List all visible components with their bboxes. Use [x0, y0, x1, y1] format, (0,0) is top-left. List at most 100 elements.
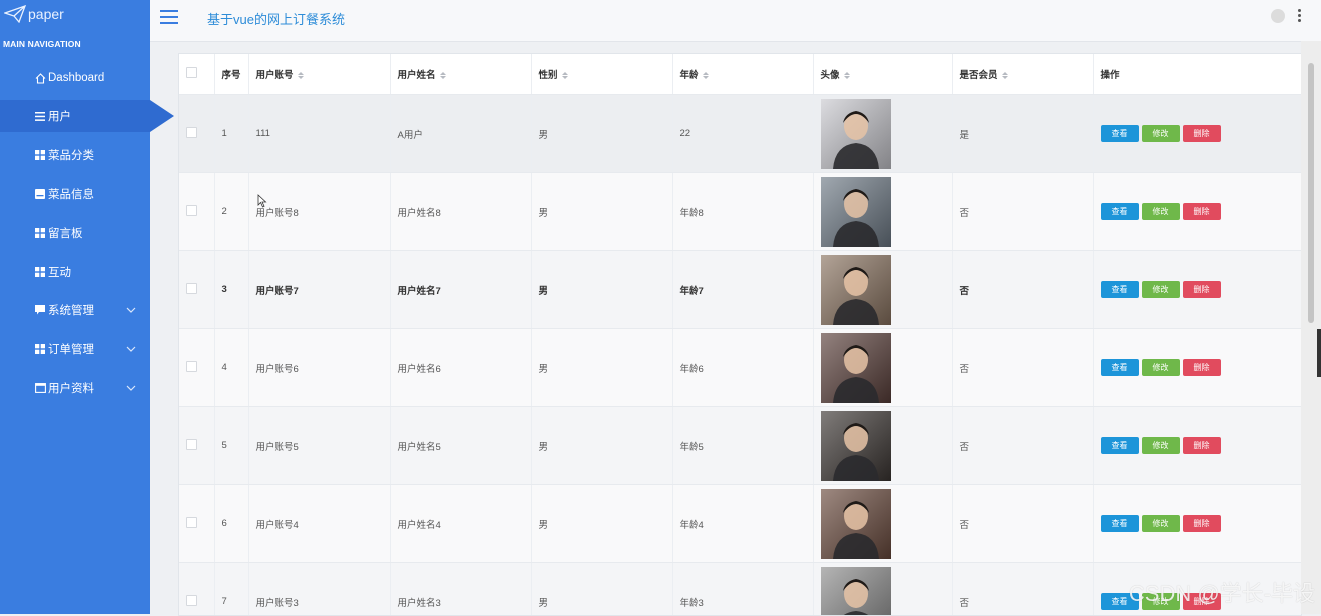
edit-button[interactable]: 修改 — [1142, 125, 1180, 142]
table-row[interactable]: 4用户账号6用户姓名6男年龄6否查看修改删除 — [179, 329, 1301, 407]
sidebar-item-0[interactable]: Dashboard — [0, 62, 150, 94]
cell-avatar — [813, 95, 952, 173]
sidebar-item-4[interactable]: 留言板 — [0, 217, 150, 249]
row-checkbox[interactable] — [186, 127, 197, 138]
row-checkbox[interactable] — [186, 205, 197, 216]
chevron-down-icon[interactable] — [126, 343, 136, 355]
edit-button[interactable]: 修改 — [1142, 281, 1180, 298]
sort-icon[interactable] — [1002, 72, 1008, 79]
chevron-down-icon[interactable] — [126, 382, 136, 394]
row-checkbox[interactable] — [186, 595, 197, 606]
delete-button[interactable]: 删除 — [1183, 437, 1221, 454]
delete-button[interactable]: 删除 — [1183, 359, 1221, 376]
cell-gender: 男 — [531, 563, 672, 616]
cell-account: 用户账号6 — [248, 329, 390, 407]
column-header-5[interactable]: 年龄 — [672, 54, 813, 95]
table-row[interactable]: 5用户账号5用户姓名5男年龄5否查看修改删除 — [179, 407, 1301, 485]
row-select-cell[interactable] — [179, 407, 214, 485]
cell-member: 否 — [952, 251, 1093, 329]
avatar[interactable] — [821, 177, 891, 247]
delete-button[interactable]: 删除 — [1183, 203, 1221, 220]
column-header-4[interactable]: 性别 — [531, 54, 672, 95]
sidebar-item-label: 用户资料 — [48, 380, 94, 396]
grid-icon — [34, 149, 46, 161]
row-select-cell[interactable] — [179, 95, 214, 173]
scrollbar-thumb[interactable] — [1308, 63, 1314, 323]
column-header-label: 是否会员 — [960, 70, 998, 81]
more-options-icon[interactable] — [1298, 9, 1302, 23]
row-checkbox[interactable] — [186, 517, 197, 528]
sort-icon[interactable] — [562, 72, 568, 79]
view-button[interactable]: 查看 — [1101, 359, 1139, 376]
delete-button[interactable]: 删除 — [1183, 515, 1221, 532]
fullscreen-icon[interactable] — [1271, 9, 1285, 23]
table-row[interactable]: 2用户账号8用户姓名8男年龄8否查看修改删除 — [179, 173, 1301, 251]
sort-icon[interactable] — [703, 72, 709, 79]
logo[interactable]: paper — [4, 3, 64, 25]
sidebar-item-3[interactable]: 菜品信息 — [0, 178, 150, 210]
sort-icon[interactable] — [440, 72, 446, 79]
row-select-cell[interactable] — [179, 563, 214, 616]
cell-index: 6 — [214, 485, 248, 563]
row-checkbox[interactable] — [186, 361, 197, 372]
row-select-cell[interactable] — [179, 485, 214, 563]
view-button[interactable]: 查看 — [1101, 515, 1139, 532]
delete-button[interactable]: 删除 — [1183, 281, 1221, 298]
sidebar-item-6[interactable]: 系统管理 — [0, 294, 150, 326]
column-header-7[interactable]: 是否会员 — [952, 54, 1093, 95]
cell-account: 用户账号7 — [248, 251, 390, 329]
view-button[interactable]: 查看 — [1101, 203, 1139, 220]
column-header-3[interactable]: 用户姓名 — [390, 54, 531, 95]
cell-member: 否 — [952, 329, 1093, 407]
select-all-checkbox[interactable] — [186, 67, 197, 78]
sidebar-item-8[interactable]: 用户资料 — [0, 372, 150, 404]
grid-icon — [34, 266, 46, 278]
cell-name: 用户姓名6 — [390, 329, 531, 407]
avatar[interactable] — [821, 255, 891, 325]
sidebar-item-1[interactable]: 用户 — [0, 100, 150, 132]
sidebar-item-2[interactable]: 菜品分类 — [0, 139, 150, 171]
column-header-label: 头像 — [821, 70, 840, 81]
avatar[interactable] — [821, 567, 891, 616]
table-row[interactable]: 6用户账号4用户姓名4男年龄4否查看修改删除 — [179, 485, 1301, 563]
chevron-down-icon[interactable] — [126, 304, 136, 316]
cell-account: 用户账号8 — [248, 173, 390, 251]
row-checkbox[interactable] — [186, 283, 197, 294]
view-button[interactable]: 查看 — [1101, 437, 1139, 454]
edit-button[interactable]: 修改 — [1142, 515, 1180, 532]
edit-button[interactable]: 修改 — [1142, 203, 1180, 220]
cell-actions: 查看修改删除 — [1093, 173, 1301, 251]
cell-age: 年龄3 — [672, 563, 813, 616]
view-button[interactable]: 查看 — [1101, 281, 1139, 298]
column-header-2[interactable]: 用户账号 — [248, 54, 390, 95]
grid-icon — [34, 227, 46, 239]
view-button[interactable]: 查看 — [1101, 125, 1139, 142]
column-header-1: 序号 — [214, 54, 248, 95]
mouse-cursor-icon — [257, 194, 267, 208]
app-title: 基于vue的网上订餐系统 — [207, 9, 345, 28]
row-select-cell[interactable] — [179, 251, 214, 329]
row-checkbox[interactable] — [186, 439, 197, 450]
column-header-6[interactable]: 头像 — [813, 54, 952, 95]
sort-icon[interactable] — [844, 72, 850, 79]
delete-button[interactable]: 删除 — [1183, 125, 1221, 142]
avatar[interactable] — [821, 99, 891, 169]
avatar[interactable] — [821, 333, 891, 403]
sidebar-item-7[interactable]: 订单管理 — [0, 333, 150, 365]
avatar[interactable] — [821, 411, 891, 481]
sidebar-item-5[interactable]: 互动 — [0, 256, 150, 288]
page-scrollbar[interactable] — [1301, 41, 1321, 614]
table-row[interactable]: 3用户账号7用户姓名7男年龄7否查看修改删除 — [179, 251, 1301, 329]
top-header: 基于vue的网上订餐系统 — [150, 0, 1321, 42]
edit-button[interactable]: 修改 — [1142, 359, 1180, 376]
cell-avatar — [813, 251, 952, 329]
row-select-cell[interactable] — [179, 329, 214, 407]
menu-toggle-icon[interactable] — [160, 10, 178, 24]
cell-actions: 查看修改删除 — [1093, 329, 1301, 407]
row-select-cell[interactable] — [179, 173, 214, 251]
table-row[interactable]: 1111A用户男22是查看修改删除 — [179, 95, 1301, 173]
cell-actions: 查看修改删除 — [1093, 485, 1301, 563]
edit-button[interactable]: 修改 — [1142, 437, 1180, 454]
sort-icon[interactable] — [298, 72, 304, 79]
avatar[interactable] — [821, 489, 891, 559]
